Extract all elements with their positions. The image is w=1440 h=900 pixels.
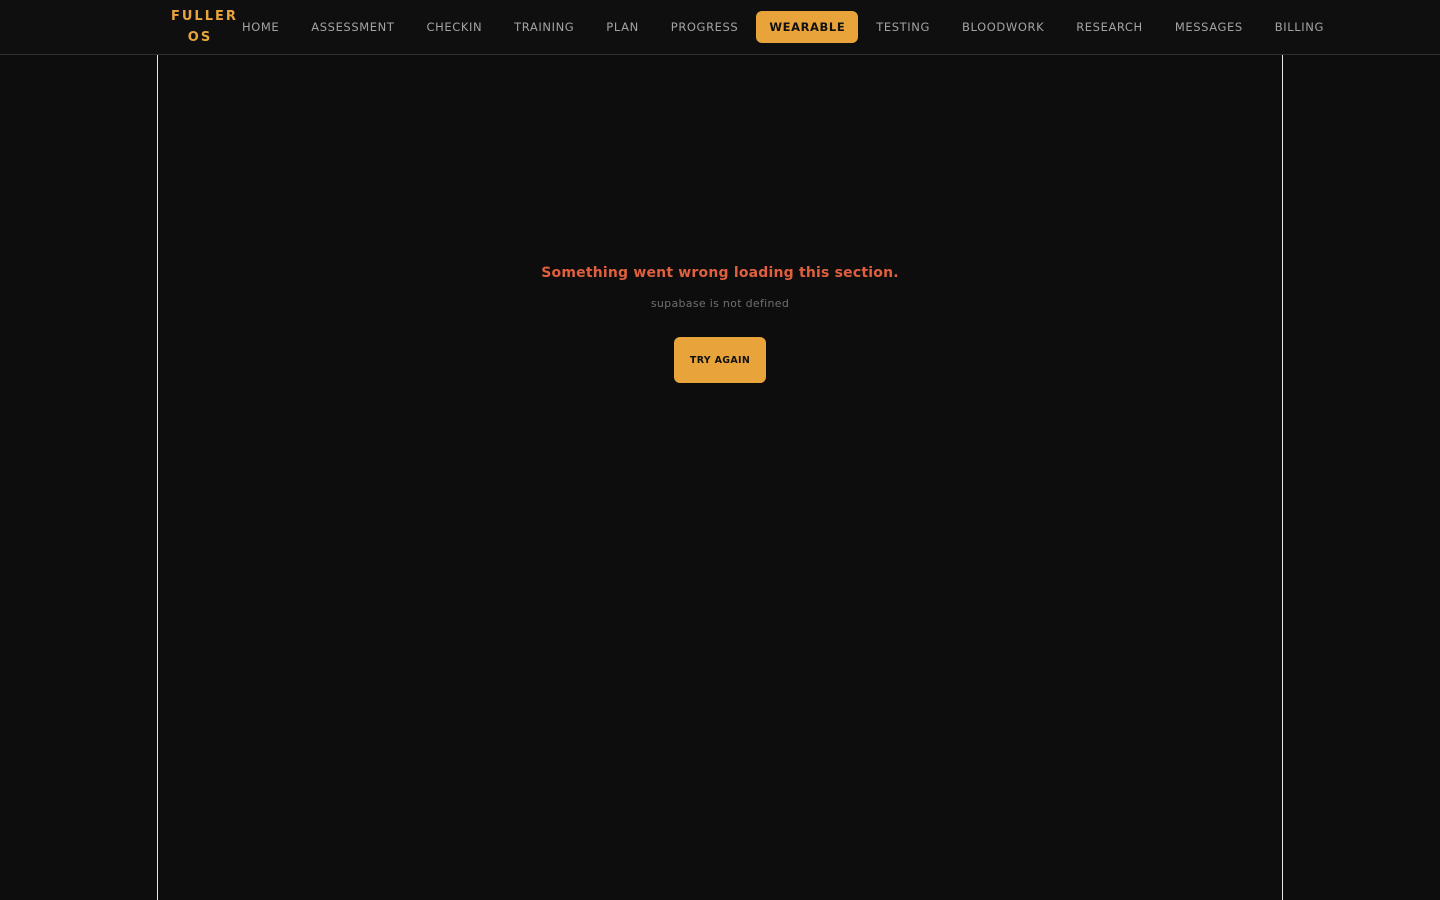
- nav-item-research[interactable]: RESEARCH: [1060, 11, 1159, 43]
- nav-item-testing[interactable]: TESTING: [860, 11, 946, 43]
- top-nav-bar: FULLER OS HOME ASSESSMENT CHECKIN TRAINI…: [0, 0, 1440, 55]
- main-nav: HOME ASSESSMENT CHECKIN TRAINING PLAN PR…: [226, 11, 1340, 43]
- nav-item-billing[interactable]: BILLING: [1259, 11, 1340, 43]
- nav-item-training[interactable]: TRAINING: [498, 11, 590, 43]
- nav-item-checkin[interactable]: CHECKIN: [410, 11, 498, 43]
- error-title: Something went wrong loading this sectio…: [541, 265, 899, 281]
- main-content: Something went wrong loading this sectio…: [157, 55, 1283, 900]
- nav-item-progress[interactable]: PROGRESS: [655, 11, 755, 43]
- error-panel: Something went wrong loading this sectio…: [158, 261, 1282, 383]
- nav-item-plan[interactable]: PLAN: [590, 11, 654, 43]
- error-detail: supabase is not defined: [650, 297, 790, 310]
- brand-logo[interactable]: FULLER OS: [171, 6, 238, 48]
- brand-line-2: OS: [187, 30, 213, 45]
- nav-item-wearable[interactable]: WEARABLE: [756, 11, 859, 43]
- nav-item-messages[interactable]: MESSAGES: [1159, 11, 1259, 43]
- brand-line-1: FULLER: [171, 9, 238, 24]
- nav-item-bloodwork[interactable]: BLOODWORK: [946, 11, 1060, 43]
- nav-item-assessment[interactable]: ASSESSMENT: [295, 11, 410, 43]
- nav-item-home[interactable]: HOME: [226, 11, 295, 43]
- try-again-button[interactable]: TRY AGAIN: [674, 337, 766, 383]
